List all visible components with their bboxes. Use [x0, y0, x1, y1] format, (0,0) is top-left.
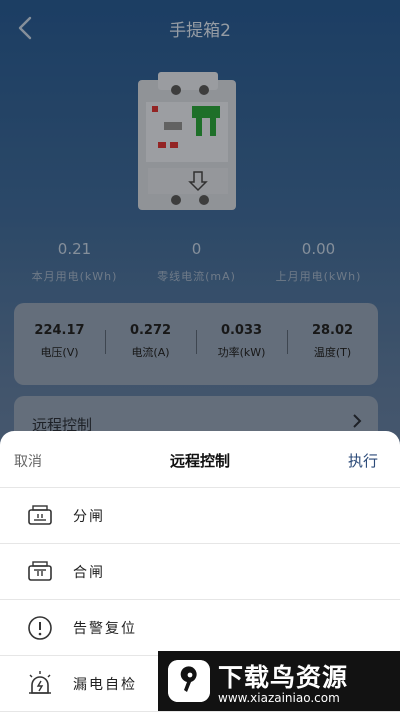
- watermark-logo-icon: [168, 660, 210, 702]
- option-alarm-reset[interactable]: 告警复位: [0, 600, 400, 656]
- watermark-url: www.xiazainiao.com: [218, 691, 340, 705]
- leak-test-icon: [29, 671, 51, 694]
- option-open-breaker[interactable]: 分闸: [0, 488, 400, 544]
- breaker-close-icon: [28, 561, 52, 581]
- execute-button[interactable]: 执行: [348, 450, 378, 471]
- alert-circle-icon: [28, 616, 52, 640]
- watermark-title: 下载鸟资源: [218, 663, 349, 692]
- option-label: 合闸: [73, 565, 105, 581]
- sheet-title: 远程控制: [169, 452, 230, 470]
- sheet-header: 取消 远程控制 执行: [0, 431, 400, 488]
- watermark: 下载鸟资源 www.xiazainiao.com: [158, 651, 400, 711]
- option-label: 漏电自检: [73, 677, 137, 693]
- option-close-breaker[interactable]: 合闸: [0, 544, 400, 600]
- option-label: 分闸: [73, 509, 105, 525]
- option-label: 告警复位: [73, 621, 137, 637]
- breaker-open-icon: [28, 505, 52, 525]
